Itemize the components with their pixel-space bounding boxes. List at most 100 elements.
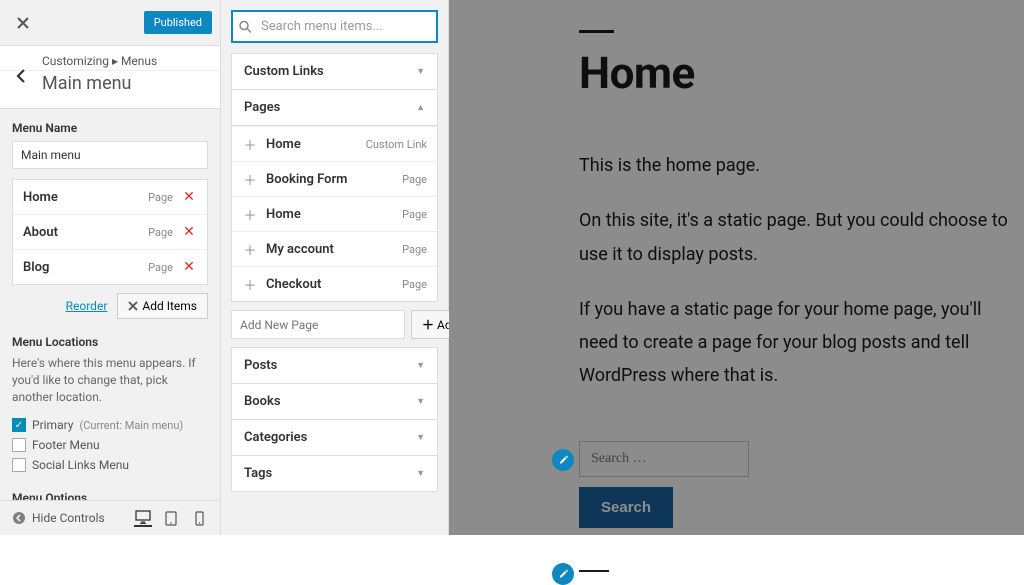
remove-icon[interactable]: ✕ [181, 224, 197, 240]
items-actions: Reorder Add Items [12, 293, 208, 319]
section-label: Posts [244, 358, 277, 373]
checkbox-icon [12, 458, 26, 472]
location-label: Primary [32, 418, 73, 432]
widget-search: Search [579, 441, 1024, 528]
menu-locations-help: Here's where this menu appears. If you'd… [12, 355, 208, 405]
checkbox-icon [12, 438, 26, 452]
chevron-down-icon [416, 432, 425, 443]
location-social-row[interactable]: Social Links Menu [12, 455, 208, 475]
menu-name-label: Menu Name [12, 121, 208, 135]
menu-options-heading: Menu Options [12, 491, 208, 500]
plus-icon: ＋ [242, 171, 258, 187]
menu-locations-heading: Menu Locations [12, 335, 208, 349]
breadcrumb: Customizing ▸ Menus [42, 54, 208, 68]
page-row[interactable]: ＋ Checkout Page [232, 266, 437, 301]
page-name: Checkout [266, 277, 402, 292]
section-label: Categories [244, 430, 307, 445]
pages-list: ＋ Home Custom Link ＋ Booking Form Page ＋… [231, 126, 438, 302]
close-button[interactable] [8, 8, 38, 38]
tablet-icon[interactable] [162, 509, 180, 527]
edit-widget-icon[interactable] [552, 563, 574, 585]
chevron-down-icon [416, 468, 425, 479]
menu-item-type: Page [148, 191, 173, 204]
checkbox-icon: ✓ [12, 418, 26, 432]
menu-item-label: About [23, 225, 148, 240]
panel-header: Published [0, 0, 220, 46]
breadcrumb-row: Customizing ▸ Menus [0, 46, 220, 71]
customizer-panel: Published Customizing ▸ Menus Main menu … [0, 0, 221, 535]
section-label: Custom Links [244, 64, 324, 79]
section-label: Books [244, 394, 281, 409]
add-items-label: Add Items [142, 299, 197, 313]
title-decoration [579, 30, 614, 33]
page-name: Booking Form [266, 172, 402, 187]
menu-item[interactable]: Home Page ✕ [13, 180, 207, 215]
search-input[interactable] [231, 10, 438, 43]
mobile-icon[interactable] [190, 509, 208, 527]
section-posts[interactable]: Posts [231, 347, 438, 384]
widget-search-button[interactable]: Search [579, 487, 673, 528]
page-type: Page [402, 208, 427, 221]
page-row[interactable]: ＋ Home Custom Link [232, 126, 437, 161]
section-tags[interactable]: Tags [231, 456, 438, 492]
location-primary-row[interactable]: ✓ Primary (Current: Main menu) [12, 415, 208, 435]
hide-controls-button[interactable]: Hide Controls [12, 511, 105, 525]
page-row[interactable]: ＋ Booking Form Page [232, 161, 437, 196]
chevron-down-icon [416, 360, 425, 371]
remove-icon[interactable]: ✕ [181, 259, 197, 275]
add-new-page-input[interactable] [231, 310, 405, 339]
add-items-button[interactable]: Add Items [117, 293, 208, 319]
section-pages[interactable]: Pages [231, 90, 438, 126]
device-icons [134, 509, 208, 527]
location-footer-row[interactable]: Footer Menu [12, 435, 208, 455]
published-badge[interactable]: Published [144, 11, 212, 34]
menu-item[interactable]: Blog Page ✕ [13, 250, 207, 284]
add-items-panel: Custom Links Pages ＋ Home Custom Link ＋ … [221, 0, 449, 535]
page-name: Home [266, 207, 402, 222]
preview-paragraph: If you have a static page for your home … [579, 293, 1024, 393]
section-label: Pages [244, 100, 280, 115]
preview-paragraph: On this site, it's a static page. But yo… [579, 204, 1024, 271]
menu-item[interactable]: About Page ✕ [13, 215, 207, 250]
menu-name-input[interactable] [12, 141, 208, 169]
desktop-icon[interactable] [134, 509, 152, 527]
page-type: Page [402, 243, 427, 256]
section-custom-links[interactable]: Custom Links [231, 53, 438, 90]
edit-widget-icon[interactable] [552, 449, 574, 471]
preview-area: Home This is the home page. On this site… [449, 0, 1024, 535]
reorder-link[interactable]: Reorder [66, 299, 108, 313]
section-categories[interactable]: Categories [231, 420, 438, 456]
back-button[interactable] [8, 64, 32, 88]
breadcrumb-root: Customizing [42, 54, 109, 68]
widget-decoration [579, 570, 609, 572]
page-name: My account [266, 242, 402, 257]
preview-content: Home This is the home page. On this site… [449, 0, 1024, 528]
preview-paragraph: This is the home page. [579, 149, 1024, 182]
remove-icon[interactable]: ✕ [181, 189, 197, 205]
collapse-icon [12, 511, 26, 525]
plus-icon: ＋ [242, 206, 258, 222]
page-row[interactable]: ＋ Home Page [232, 196, 437, 231]
search-icon [239, 20, 252, 33]
location-label: Social Links Menu [32, 458, 129, 472]
panel-footer: Hide Controls [0, 500, 220, 535]
menu-item-type: Page [148, 261, 173, 274]
panel-body: Menu Name Home Page ✕ About Page ✕ Blog … [0, 109, 220, 500]
page-row[interactable]: ＋ My account Page [232, 231, 437, 266]
add-new-page-row: ＋ Add [231, 310, 438, 339]
breadcrumb-sep: ▸ [112, 54, 118, 68]
plus-icon: ＋ [242, 276, 258, 292]
section-books[interactable]: Books [231, 384, 438, 420]
menu-item-label: Blog [23, 260, 148, 275]
page-type: Page [402, 278, 427, 291]
section-label: Tags [244, 466, 272, 481]
chevron-down-icon [416, 396, 425, 407]
plus-icon: ＋ [242, 241, 258, 257]
widget-search-input[interactable] [579, 441, 749, 477]
breadcrumb-section: Menus [121, 54, 157, 68]
location-current: (Current: Main menu) [79, 419, 183, 432]
close-icon [128, 301, 138, 311]
chevron-down-icon [416, 66, 425, 77]
search-wrap [231, 10, 438, 43]
menu-item-label: Home [23, 190, 148, 205]
